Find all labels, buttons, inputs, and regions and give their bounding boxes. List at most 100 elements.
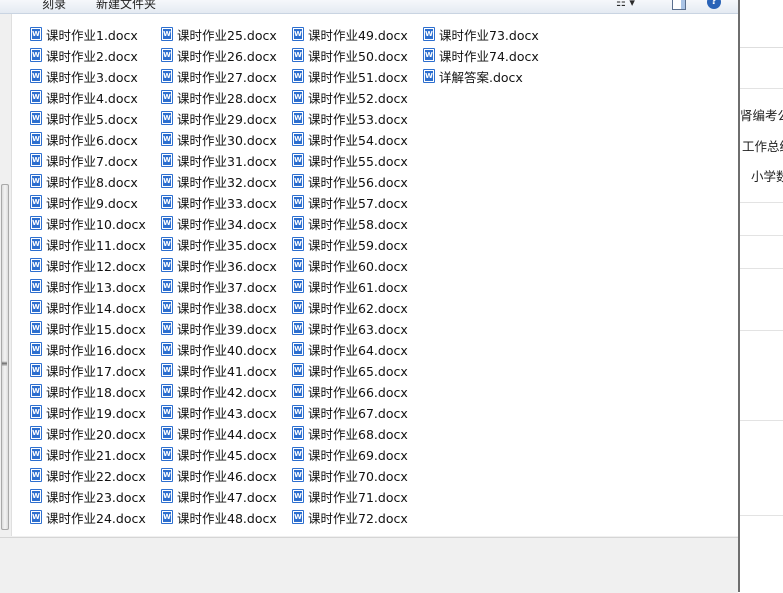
burn-button[interactable]: 刻录 [42, 0, 66, 12]
file-item[interactable]: 课时作业1.docx [30, 24, 138, 44]
file-item[interactable]: 课时作业11.docx [30, 234, 146, 254]
file-item[interactable]: 课时作业56.docx [292, 171, 408, 191]
help-icon[interactable]: ? [707, 0, 721, 9]
file-item[interactable]: 课时作业49.docx [292, 24, 408, 44]
word-document-icon [30, 363, 42, 377]
file-item[interactable]: 课时作业5.docx [30, 108, 138, 128]
file-item[interactable]: 课时作业31.docx [161, 150, 277, 170]
file-item[interactable]: 课时作业46.docx [161, 465, 277, 485]
file-item[interactable]: 课时作业38.docx [161, 297, 277, 317]
word-document-icon [30, 27, 42, 41]
new-folder-button[interactable]: 新建文件夹 [96, 0, 156, 12]
vertical-scrollbar[interactable]: ≡ ▼ [0, 14, 12, 546]
file-item[interactable]: 课时作业40.docx [161, 339, 277, 359]
file-item[interactable]: 课时作业69.docx [292, 444, 408, 464]
word-document-icon [292, 363, 304, 377]
file-item[interactable]: 课时作业50.docx [292, 45, 408, 65]
file-item[interactable]: 课时作业67.docx [292, 402, 408, 422]
file-item[interactable]: 课时作业3.docx [30, 66, 138, 86]
word-document-icon [292, 258, 304, 272]
file-name: 课时作业20.docx [46, 426, 146, 442]
file-item[interactable]: 课时作业15.docx [30, 318, 146, 338]
file-name: 课时作业3.docx [46, 69, 138, 85]
file-item[interactable]: 课时作业58.docx [292, 213, 408, 233]
file-item[interactable]: 课时作业2.docx [30, 45, 138, 65]
file-item[interactable]: 课时作业28.docx [161, 87, 277, 107]
file-item[interactable]: 课时作业16.docx [30, 339, 146, 359]
file-item[interactable]: 课时作业57.docx [292, 192, 408, 212]
file-item[interactable]: 课时作业53.docx [292, 108, 408, 128]
file-item[interactable]: 课时作业37.docx [161, 276, 277, 296]
file-item[interactable]: 课时作业72.docx [292, 507, 408, 527]
file-item[interactable]: 课时作业33.docx [161, 192, 277, 212]
file-item[interactable]: 课时作业73.docx [423, 24, 539, 44]
file-item[interactable]: 课时作业66.docx [292, 381, 408, 401]
file-item[interactable]: 课时作业17.docx [30, 360, 146, 380]
file-item[interactable]: 课时作业61.docx [292, 276, 408, 296]
file-item[interactable]: 课时作业45.docx [161, 444, 277, 464]
file-item[interactable]: 课时作业34.docx [161, 213, 277, 233]
file-item[interactable]: 详解答案.docx [423, 66, 523, 86]
file-item[interactable]: 课时作业9.docx [30, 192, 138, 212]
word-document-icon [161, 132, 173, 146]
file-item[interactable]: 课时作业23.docx [30, 486, 146, 506]
word-document-icon [161, 468, 173, 482]
file-list: 课时作业1.docx 课时作业2.docx 课时作业3.docx 课时作业4.docx… [12, 14, 738, 536]
file-item[interactable]: 课时作业30.docx [161, 129, 277, 149]
file-item[interactable]: 课时作业39.docx [161, 318, 277, 338]
file-item[interactable]: 课时作业13.docx [30, 276, 146, 296]
file-item[interactable]: 课时作业4.docx [30, 87, 138, 107]
file-item[interactable]: 课时作业64.docx [292, 339, 408, 359]
preview-pane-icon[interactable] [672, 0, 686, 10]
file-item[interactable]: 课时作业42.docx [161, 381, 277, 401]
file-item[interactable]: 课时作业47.docx [161, 486, 277, 506]
file-item[interactable]: 课时作业44.docx [161, 423, 277, 443]
file-item[interactable]: 课时作业12.docx [30, 255, 146, 275]
file-name: 课时作业55.docx [308, 153, 408, 169]
file-name: 课时作业73.docx [439, 27, 539, 43]
file-item[interactable]: 课时作业35.docx [161, 234, 277, 254]
file-name: 课时作业28.docx [177, 90, 277, 106]
file-name: 课时作业43.docx [177, 405, 277, 421]
file-item[interactable]: 课时作业21.docx [30, 444, 146, 464]
file-item[interactable]: 课时作业22.docx [30, 465, 146, 485]
file-item[interactable]: 课时作业14.docx [30, 297, 146, 317]
file-item[interactable]: 课时作业52.docx [292, 87, 408, 107]
file-item[interactable]: 课时作业8.docx [30, 171, 138, 191]
file-item[interactable]: 课时作业55.docx [292, 150, 408, 170]
file-item[interactable]: 课时作业24.docx [30, 507, 146, 527]
file-item[interactable]: 课时作业41.docx [161, 360, 277, 380]
file-item[interactable]: 课时作业10.docx [30, 213, 146, 233]
file-item[interactable]: 课时作业26.docx [161, 45, 277, 65]
file-item[interactable]: 课时作业59.docx [292, 234, 408, 254]
file-item[interactable]: 课时作业71.docx [292, 486, 408, 506]
file-item[interactable]: 课时作业60.docx [292, 255, 408, 275]
file-item[interactable]: 课时作业36.docx [161, 255, 277, 275]
file-item[interactable]: 课时作业25.docx [161, 24, 277, 44]
file-item[interactable]: 课时作业32.docx [161, 171, 277, 191]
file-item[interactable]: 课时作业51.docx [292, 66, 408, 86]
word-document-icon [423, 27, 435, 41]
file-item[interactable]: 课时作业18.docx [30, 381, 146, 401]
word-document-icon [161, 258, 173, 272]
file-item[interactable]: 课时作业20.docx [30, 423, 146, 443]
file-item[interactable]: 课时作业27.docx [161, 66, 277, 86]
file-item[interactable]: 课时作业19.docx [30, 402, 146, 422]
file-name: 课时作业4.docx [46, 90, 138, 106]
file-item[interactable]: 课时作业43.docx [161, 402, 277, 422]
word-document-icon [30, 195, 42, 209]
file-item[interactable]: 课时作业62.docx [292, 297, 408, 317]
file-item[interactable]: 课时作业48.docx [161, 507, 277, 527]
file-item[interactable]: 课时作业6.docx [30, 129, 138, 149]
file-item[interactable]: 课时作业68.docx [292, 423, 408, 443]
file-item[interactable]: 课时作业29.docx [161, 108, 277, 128]
scrollbar-thumb[interactable] [1, 184, 9, 530]
file-item[interactable]: 课时作业54.docx [292, 129, 408, 149]
file-item[interactable]: 课时作业63.docx [292, 318, 408, 338]
file-item[interactable]: 课时作业65.docx [292, 360, 408, 380]
word-document-icon [292, 489, 304, 503]
file-item[interactable]: 课时作业7.docx [30, 150, 138, 170]
file-item[interactable]: 课时作业70.docx [292, 465, 408, 485]
view-options-icon[interactable]: ☷ ▾ [616, 0, 635, 9]
file-item[interactable]: 课时作业74.docx [423, 45, 539, 65]
